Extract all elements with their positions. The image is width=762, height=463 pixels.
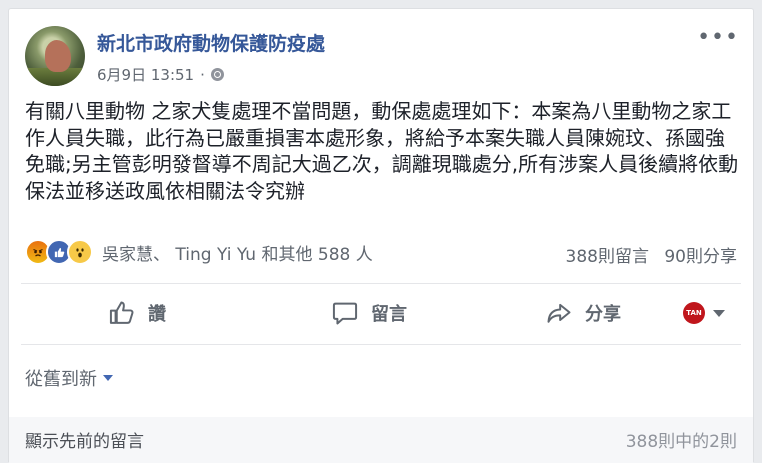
post-timestamp[interactable]: 6月9日 13:51 [97,64,194,85]
share-button[interactable]: 分享 [485,290,681,336]
chevron-down-icon [103,375,113,381]
more-dots-icon[interactable]: ••• [697,27,739,49]
reactor-names[interactable]: 吳家慧、 Ting Yi Yu 和其他 588 人 [102,240,373,265]
page-switch-avatar: TAN [683,302,705,324]
view-previous-comments-link[interactable]: 顯示先前的留言 [25,427,144,452]
page-avatar[interactable] [25,26,85,86]
comment-label: 留言 [371,304,407,325]
like-label: 讚 [148,304,166,325]
divider [21,344,741,345]
comment-pagination-count: 388則中的2則 [625,432,737,452]
meta-separator: · [200,65,205,84]
share-count-link[interactable]: 90則分享 [664,247,737,267]
reaction-summary[interactable]: 吳家慧、 Ting Yi Yu 和其他 588 人 [25,239,373,265]
share-arrow-icon [547,303,571,323]
post-card: 新北市政府動物保護防疫處 6月9日 13:51 · ••• 有關八里動物 之家犬… [8,8,754,463]
globe-icon[interactable] [210,68,224,81]
wow-icon[interactable] [67,239,93,265]
comment-icon [332,302,358,325]
comment-button[interactable]: 留言 [253,290,485,336]
like-button[interactable]: 讚 [21,290,253,336]
comment-sort-dropdown[interactable]: 從舊到新 [25,365,113,391]
page-name-link[interactable]: 新北市政府動物保護防疫處 [97,29,325,56]
thumbs-up-icon [109,301,134,324]
divider [21,283,741,284]
comment-count-link[interactable]: 388則留言 [566,247,649,267]
page-switcher[interactable]: TAN [683,302,725,324]
engagement-stats: 388則留言 90則分享 [566,242,738,267]
share-label: 分享 [585,304,621,325]
post-meta: 6月9日 13:51 · [97,64,224,85]
sort-label: 從舊到新 [25,369,97,390]
action-bar: 讚 留言 分享 TAN [21,290,741,336]
chevron-down-icon [713,309,725,317]
post-text: 有關八里動物 之家犬隻處理不當問題，動保處處理如下：本案為八里動物之家工作人員失… [25,99,739,203]
